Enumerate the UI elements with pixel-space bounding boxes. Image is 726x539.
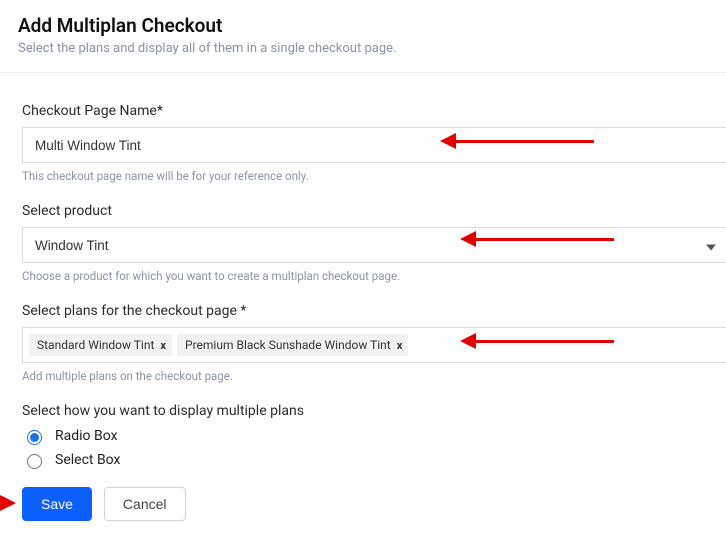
checkout-name-input[interactable] [22, 127, 726, 163]
radio-label-radio-box: Radio Box [55, 428, 118, 444]
plan-chip-label: Standard Window Tint [37, 338, 154, 352]
plan-chip: Standard Window Tint x [29, 334, 172, 356]
field-plans: Select plans for the checkout page * Sta… [22, 303, 726, 383]
display-mode-group: Radio Box Select Box [22, 427, 726, 469]
product-select[interactable] [22, 227, 726, 263]
page-header: Add Multiplan Checkout Select the plans … [0, 0, 726, 66]
radio-select-box[interactable] [27, 454, 42, 469]
radio-row-radio-box[interactable]: Radio Box [22, 427, 726, 445]
radio-radio-box[interactable] [27, 430, 42, 445]
label-product: Select product [22, 203, 726, 219]
field-display-mode: Select how you want to display multiple … [22, 403, 726, 469]
plan-chip-label: Premium Black Sunshade Window Tint [185, 338, 391, 352]
remove-chip-icon[interactable]: x [397, 340, 403, 351]
label-display-mode: Select how you want to display multiple … [22, 403, 726, 419]
form-container: Checkout Page Name* This checkout page n… [0, 73, 726, 539]
label-checkout-name: Checkout Page Name* [22, 103, 726, 119]
helper-checkout-name: This checkout page name will be for your… [22, 169, 726, 183]
remove-chip-icon[interactable]: x [160, 340, 166, 351]
product-select-value[interactable] [22, 227, 726, 263]
radio-label-select-box: Select Box [55, 452, 120, 468]
radio-row-select-box[interactable]: Select Box [22, 451, 726, 469]
cancel-button[interactable]: Cancel [104, 487, 186, 521]
save-button[interactable]: Save [22, 487, 92, 521]
label-plans: Select plans for the checkout page * [22, 303, 726, 319]
field-product: Select product Choose a product for whic… [22, 203, 726, 283]
button-row: Save Cancel [22, 487, 726, 521]
plan-chip: Premium Black Sunshade Window Tint x [177, 334, 408, 356]
page-title: Add Multiplan Checkout [18, 14, 708, 37]
helper-product: Choose a product for which you want to c… [22, 269, 726, 283]
field-checkout-name: Checkout Page Name* This checkout page n… [22, 103, 726, 183]
helper-plans: Add multiple plans on the checkout page. [22, 369, 726, 383]
page-subtitle: Select the plans and display all of them… [18, 41, 708, 56]
plans-multiselect[interactable]: Standard Window Tint x Premium Black Sun… [22, 327, 726, 363]
